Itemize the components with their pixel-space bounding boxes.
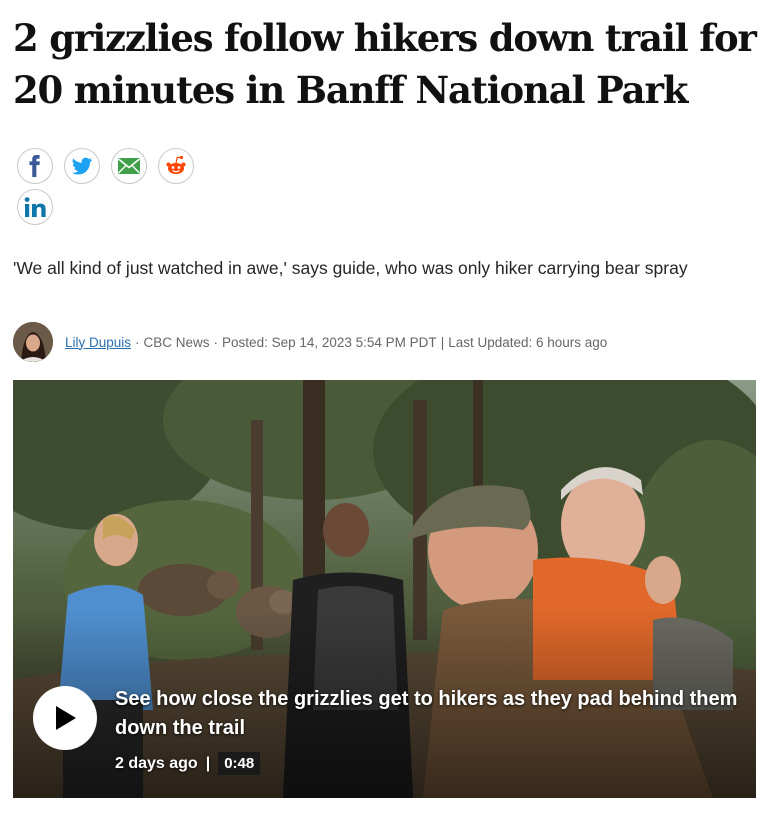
byline-separator: · [213, 334, 219, 350]
video-caption[interactable]: See how close the grizzlies get to hiker… [115, 685, 745, 743]
reddit-icon [166, 155, 186, 174]
play-button[interactable] [33, 686, 97, 750]
video-meta: 2 days ago | 0:48 [115, 752, 261, 775]
byline-pipe: | [440, 334, 445, 350]
share-reddit-button[interactable] [158, 148, 194, 184]
author-link[interactable]: Lily Dupuis [65, 335, 131, 350]
last-updated: Last Updated: 6 hours ago [448, 334, 608, 350]
byline-separator: · [135, 334, 140, 350]
video-age: 2 days ago [115, 754, 198, 772]
email-icon [117, 158, 141, 174]
byline-outlet: CBC News [143, 334, 210, 350]
facebook-icon [29, 155, 40, 177]
posted-date: Posted: Sep 14, 2023 5:54 PM PDT [222, 334, 437, 350]
linkedin-icon [24, 197, 46, 217]
play-icon [56, 706, 76, 730]
share-email-button[interactable] [111, 148, 147, 184]
share-twitter-button[interactable] [64, 148, 100, 184]
twitter-icon [71, 157, 93, 175]
author-avatar[interactable] [13, 322, 53, 362]
share-linkedin-button[interactable] [17, 189, 53, 225]
article-headline: 2 grizzlies follow hikers down trail for… [13, 16, 757, 112]
video-player[interactable]: See how close the grizzlies get to hiker… [13, 380, 756, 798]
byline: Lily Dupuis · CBC News · Posted: Sep 14,… [13, 322, 607, 362]
video-duration: 0:48 [218, 752, 261, 775]
share-facebook-button[interactable] [17, 148, 53, 184]
video-meta-pipe: | [205, 754, 211, 772]
article-deck: 'We all kind of just watched in awe,' sa… [13, 258, 688, 278]
